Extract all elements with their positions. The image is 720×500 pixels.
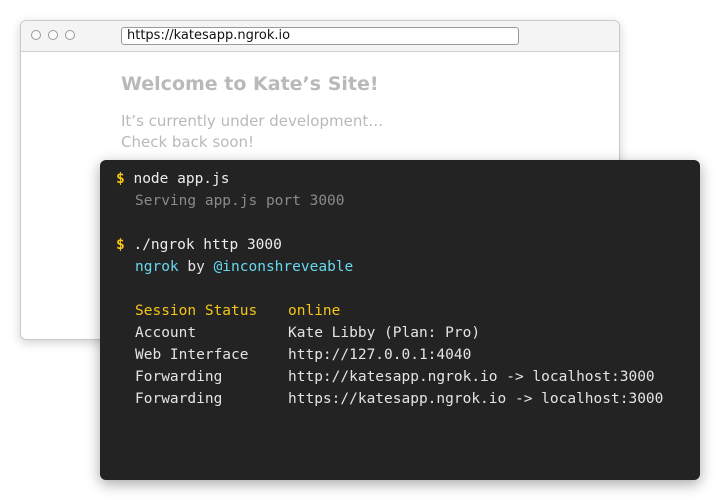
page-title: Welcome to Kate’s Site!: [121, 73, 379, 95]
terminal-command-line: $ ./ngrok http 3000: [116, 234, 282, 256]
address-bar[interactable]: https://katesapp.ngrok.io: [121, 27, 519, 45]
status-value: https://katesapp.ngrok.io -> localhost:3…: [288, 391, 664, 407]
terminal-window[interactable]: $ node app.js Serving app.js port 3000 $…: [100, 160, 700, 480]
terminal-output-line: Serving app.js port 3000: [116, 190, 345, 212]
page-message-line-2: Check back soon!: [121, 133, 255, 151]
status-value: online: [288, 303, 341, 319]
ngrok-credit-line: ngrok by @inconshreveable: [116, 256, 353, 278]
status-label: Web Interface: [135, 347, 249, 363]
status-row: Web Interface http://127.0.0.1:4040: [116, 344, 471, 366]
window-close-button[interactable]: [31, 30, 41, 40]
command-text: node app.js: [133, 171, 230, 187]
prompt-symbol: $: [116, 237, 125, 253]
status-value: Kate Libby (Plan: Pro): [288, 325, 481, 341]
status-label: Session Status: [135, 303, 258, 319]
command-text: ./ngrok http 3000: [133, 237, 282, 253]
status-row: Forwarding https://katesapp.ngrok.io -> l…: [116, 388, 663, 410]
status-label: Forwarding: [135, 391, 223, 407]
author-handle: @inconshreveable: [213, 259, 354, 275]
status-value: http://127.0.0.1:4040: [288, 347, 472, 363]
status-value: http://katesapp.ngrok.io -> localhost:30…: [288, 369, 655, 385]
output-text: Serving app.js port 3000: [135, 193, 345, 209]
status-label: Forwarding: [135, 369, 223, 385]
ngrok-name: ngrok: [135, 259, 179, 275]
terminal-command-line: $ node app.js: [116, 168, 230, 190]
status-row: Account Kate Libby (Plan: Pro): [116, 322, 480, 344]
credit-by-text: by: [178, 259, 214, 275]
status-label: Account: [135, 325, 197, 341]
window-minimize-button[interactable]: [48, 30, 58, 40]
browser-toolbar: https://katesapp.ngrok.io: [21, 21, 619, 52]
prompt-symbol: $: [116, 171, 125, 187]
page-message-line-1: It’s currently under development…: [121, 112, 384, 130]
status-row: Forwarding http://katesapp.ngrok.io -> lo…: [116, 366, 655, 388]
window-maximize-button[interactable]: [65, 30, 75, 40]
status-row: Session Status online: [116, 300, 340, 322]
